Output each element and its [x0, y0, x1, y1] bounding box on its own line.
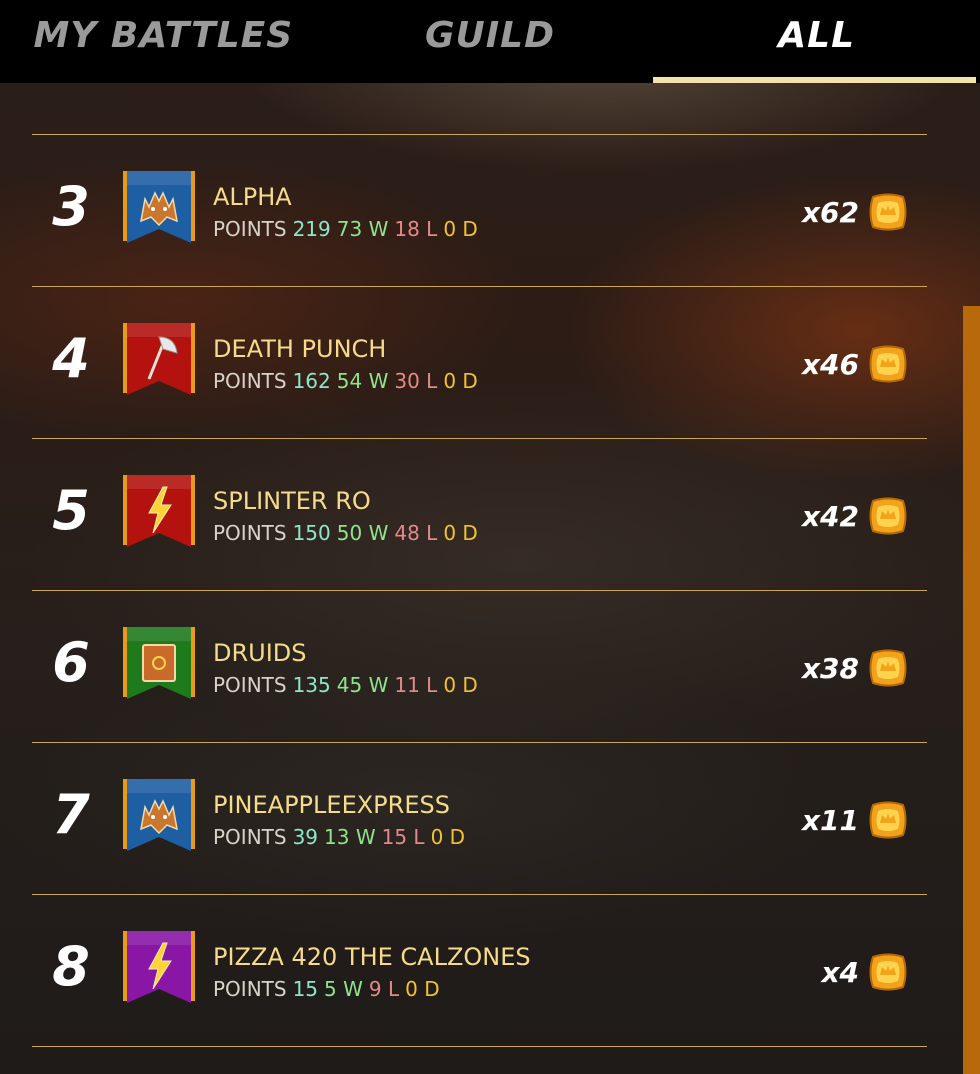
draws-value: 0 D	[443, 521, 478, 545]
points-value: 162	[292, 369, 331, 393]
reward-chest-icon	[869, 193, 907, 231]
list-item[interactable]: 7 PINEAPPLEEXPRESS POINTS 39 13 W 15 L0 D x…	[32, 743, 927, 895]
rank-number: 6	[52, 631, 90, 694]
list-item[interactable]: 4 DEATH PUNCH POINTS 162 54 W 30 L0 D x46	[32, 287, 927, 439]
reward-multiplier: x4	[821, 955, 859, 989]
scrollbar[interactable]	[963, 306, 980, 1074]
reward: x4	[821, 951, 909, 993]
guild-name: DRUIDS	[213, 639, 307, 667]
wins-value: 54 W	[336, 369, 389, 393]
guild-banner	[123, 779, 195, 851]
reward-chest-icon	[869, 953, 907, 991]
rank-number: 7	[52, 783, 90, 846]
points-value: 135	[292, 673, 331, 697]
guild-banner	[123, 475, 195, 547]
points-label: POINTS	[213, 521, 287, 545]
guild-name: SPLINTER RO	[213, 487, 371, 515]
draws-value: 0 D	[405, 977, 440, 1001]
tab-guild[interactable]: GUILD	[327, 0, 654, 83]
tab-bar: MY BATTLES GUILD ALL	[0, 0, 980, 83]
points-label: POINTS	[213, 977, 287, 1001]
book-icon	[142, 644, 176, 682]
list-item[interactable]: 3 ALPHA POINTS 219 73 W 18 L0 D x62	[32, 135, 927, 287]
losses-value: 48 L	[394, 521, 438, 545]
wins-value: 73 W	[336, 217, 389, 241]
losses-value: 15 L	[381, 825, 425, 849]
points-label: POINTS	[213, 217, 287, 241]
draws-value: 0 D	[443, 673, 478, 697]
losses-value: 18 L	[394, 217, 438, 241]
tab-my-battles[interactable]: MY BATTLES	[0, 0, 327, 83]
points-value: 150	[292, 521, 331, 545]
guild-name: PIZZA 420 THE CALZONES	[213, 943, 531, 971]
guild-stats: POINTS 15 5 W9 L0 D	[213, 977, 446, 1001]
guild-stats: POINTS 39 13 W 15 L0 D	[213, 825, 471, 849]
reward-chest-icon	[869, 649, 907, 687]
rank-number: 3	[52, 175, 90, 238]
points-label: POINTS	[213, 825, 287, 849]
guild-banner	[123, 627, 195, 699]
reward-multiplier: x38	[801, 651, 859, 685]
list-item[interactable]: 5 SPLINTER RO POINTS 150 50 W 48 L0 D x42	[32, 439, 927, 591]
reward: x11	[802, 799, 909, 841]
rank-number: 5	[52, 479, 90, 542]
wins-value: 45 W	[336, 673, 389, 697]
guild-stats: POINTS 162 54 W 30 L0 D	[213, 369, 484, 393]
reward-chest-icon	[869, 345, 907, 383]
rank-number: 8	[52, 935, 90, 998]
draws-value: 0 D	[443, 217, 478, 241]
reward: x42	[802, 495, 909, 537]
guild-banner	[123, 171, 195, 243]
reward: x38	[802, 647, 909, 689]
wins-value: 5 W	[324, 977, 363, 1001]
tab-all[interactable]: ALL	[653, 0, 980, 83]
losses-value: 9 L	[368, 977, 400, 1001]
losses-value: 30 L	[394, 369, 438, 393]
draws-value: 0 D	[443, 369, 478, 393]
guild-name: ALPHA	[213, 183, 292, 211]
points-value: 15	[292, 977, 319, 1001]
reward-chest-icon	[869, 801, 907, 839]
wins-value: 50 W	[336, 521, 389, 545]
reward-multiplier: x42	[801, 499, 859, 533]
list-item[interactable]: 8 PIZZA 420 THE CALZONES POINTS 15 5 W9 L0…	[32, 895, 927, 1047]
losses-value: 11 L	[394, 673, 438, 697]
points-value: 39	[292, 825, 319, 849]
wins-value: 13 W	[324, 825, 376, 849]
guild-stats: POINTS 219 73 W 18 L0 D	[213, 217, 484, 241]
reward: x62	[802, 191, 909, 233]
draws-value: 0 D	[430, 825, 466, 849]
points-value: 219	[292, 217, 331, 241]
list-item[interactable]: 6 DRUIDS POINTS 135 45 W 11 L0 D x38	[32, 591, 927, 743]
reward-multiplier: x46	[801, 347, 859, 381]
guild-banner	[123, 323, 195, 395]
guild-banner	[123, 931, 195, 1003]
rank-number: 4	[52, 327, 90, 390]
guild-name: DEATH PUNCH	[213, 335, 387, 363]
points-label: POINTS	[213, 369, 287, 393]
reward-multiplier: x62	[801, 195, 859, 229]
reward: x46	[802, 343, 909, 385]
reward-chest-icon	[869, 497, 907, 535]
reward-multiplier: x11	[801, 803, 859, 837]
points-label: POINTS	[213, 673, 287, 697]
guild-name: PINEAPPLEEXPRESS	[213, 791, 450, 819]
guild-stats: POINTS 150 50 W 48 L0 D	[213, 521, 484, 545]
guild-stats: POINTS 135 45 W 11 L0 D	[213, 673, 484, 697]
